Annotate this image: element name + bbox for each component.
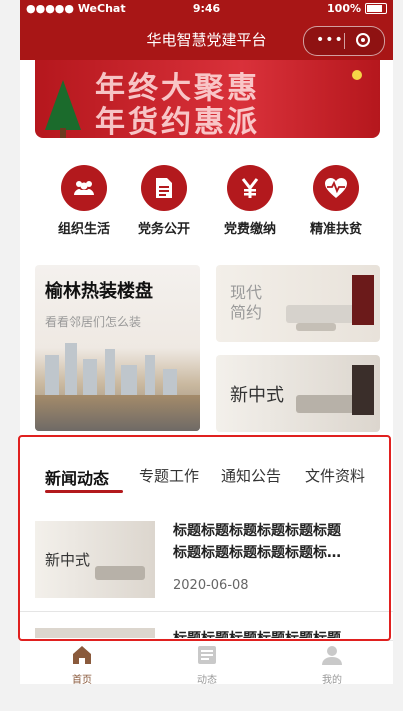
news-icon (198, 646, 216, 664)
quick-item-poverty-relief[interactable]: 精准扶贫 (296, 165, 376, 237)
home-icon (73, 646, 91, 664)
banner-line-2: 年货约惠派 (95, 105, 260, 139)
quick-entry-grid: 组织生活 党务公开 党费缴纳 精准扶贫 (20, 165, 393, 237)
promo-card-hot-properties[interactable]: 榆林热装楼盘 看看邻居们怎么装 (35, 265, 200, 431)
user-icon (322, 646, 342, 665)
group-icon (61, 165, 107, 211)
promo-subtitle: 看看邻居们怎么装 (45, 315, 142, 329)
quick-label: 党务公开 (137, 222, 190, 237)
tabbar-me[interactable]: 我的 (292, 645, 372, 684)
nav-bar: 华电智慧党建平台 ••• (20, 18, 393, 60)
quick-label: 党费缴纳 (223, 222, 276, 237)
tabbar-news[interactable]: 动态 (167, 645, 247, 684)
status-bar: ●●●●● WeChat 9:46 100% (20, 0, 393, 18)
promo-card-label: 新中式 (230, 385, 284, 406)
quick-label: 组织生活 (57, 222, 110, 237)
quick-item-org-life[interactable]: 组织生活 (44, 165, 124, 237)
bottom-tab-bar: 首页 动态 我的 (20, 640, 393, 684)
ornament-icon (352, 70, 362, 80)
promo-card-new-chinese[interactable]: 新中式 (216, 355, 380, 432)
promo-card-modern-simple[interactable]: 现代 简约 (216, 265, 380, 342)
tabbar-home[interactable]: 首页 (42, 645, 122, 684)
heart-pulse-icon (313, 165, 359, 211)
quick-item-party-dues[interactable]: 党费缴纳 (210, 165, 290, 237)
quick-label: 精准扶贫 (309, 222, 362, 237)
document-icon (141, 165, 187, 211)
quick-item-party-affairs[interactable]: 党务公开 (124, 165, 204, 237)
promo-card-label: 现代 简约 (230, 283, 263, 322)
highlight-box (18, 435, 391, 641)
banner-line-1: 年终大聚惠 (95, 71, 260, 106)
close-icon[interactable] (356, 33, 370, 47)
banner[interactable]: 年终大聚惠 年货约惠派 (35, 60, 380, 138)
yen-icon (227, 165, 273, 211)
battery-icon (365, 3, 387, 14)
more-icon[interactable]: ••• (316, 32, 344, 48)
christmas-tree-icon (45, 80, 81, 130)
mini-program-capsule: ••• (303, 26, 385, 56)
promo-title: 榆林热装楼盘 (45, 281, 153, 302)
battery-percent: 100% (327, 2, 361, 15)
